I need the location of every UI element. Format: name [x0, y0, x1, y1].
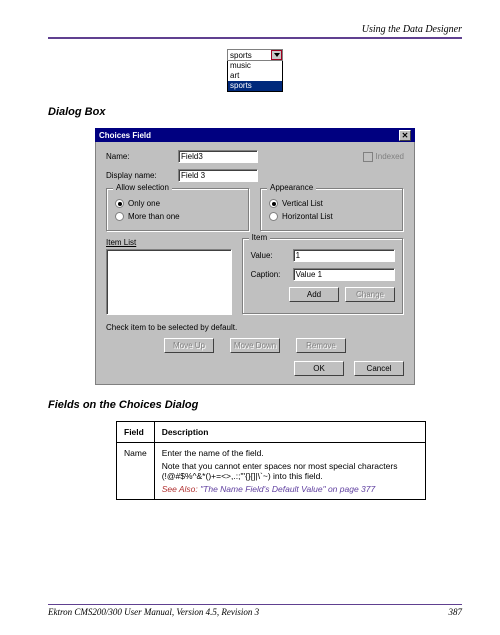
see-also-link[interactable]: "The Name Field's Default Value" on page…	[200, 484, 375, 494]
chevron-down-icon	[274, 53, 280, 57]
name-field[interactable]: Field3	[178, 150, 258, 163]
choices-dialog: Choices Field ✕ Name: Field3 Indexed Dis…	[95, 128, 415, 385]
item-listbox[interactable]	[106, 249, 232, 315]
moveup-button[interactable]: Move Up	[164, 338, 214, 353]
radio-label: More than one	[128, 212, 180, 221]
header-rule	[48, 37, 462, 39]
item-legend: Item	[249, 233, 271, 242]
close-icon[interactable]: ✕	[399, 130, 411, 141]
dialog-title: Choices Field	[99, 131, 151, 140]
caption-field[interactable]: Value 1	[293, 268, 395, 281]
table-header-row: Field Description	[117, 422, 426, 443]
allow-legend: Allow selection	[113, 183, 172, 192]
radio-label: Only one	[128, 199, 160, 208]
display-field[interactable]: Field 3	[178, 169, 258, 182]
appearance-legend: Appearance	[267, 183, 316, 192]
table-row: Name Enter the name of the field. Note t…	[117, 443, 426, 500]
radio-label: Horizontal List	[282, 212, 333, 221]
radio-icon	[115, 212, 124, 221]
radio-vertical[interactable]: Vertical List	[269, 199, 395, 208]
header-section: Using the Data Designer	[48, 24, 462, 35]
dropdown-option[interactable]: music	[228, 61, 282, 71]
radio-only-one[interactable]: Only one	[115, 199, 241, 208]
radio-icon	[269, 212, 278, 221]
desc-line: Enter the name of the field.	[162, 448, 418, 458]
checkbox-icon	[363, 152, 373, 162]
cell-description: Enter the name of the field. Note that y…	[154, 443, 425, 500]
indexed-checkbox[interactable]: Indexed	[363, 152, 404, 162]
dropdown-selected[interactable]: sports	[228, 51, 271, 60]
value-label: Value:	[251, 251, 293, 260]
name-label: Name:	[106, 152, 178, 161]
page-number: 387	[449, 607, 463, 617]
dropdown-option[interactable]: art	[228, 71, 282, 81]
col-field: Field	[117, 422, 155, 443]
col-description: Description	[154, 422, 425, 443]
section-heading-fields: Fields on the Choices Dialog	[48, 399, 462, 411]
value-field[interactable]: 1	[293, 249, 395, 262]
caption-label: Caption:	[251, 270, 293, 279]
indexed-label: Indexed	[376, 152, 404, 161]
remove-button[interactable]: Remove	[296, 338, 346, 353]
cell-field: Name	[117, 443, 155, 500]
page-footer: Ektron CMS200/300 User Manual, Version 4…	[48, 604, 462, 617]
radio-icon	[115, 199, 124, 208]
dropdown-demo: sports music art sports	[227, 49, 283, 92]
section-heading-dialog: Dialog Box	[48, 106, 462, 118]
footer-text: Ektron CMS200/300 User Manual, Version 4…	[48, 607, 259, 617]
radio-label: Vertical List	[282, 199, 323, 208]
appearance-group: Appearance Vertical List Horizontal List	[260, 188, 404, 232]
radio-icon	[269, 199, 278, 208]
dropdown-list[interactable]: music art sports	[227, 61, 283, 92]
default-hint: Check item to be selected by default.	[106, 323, 404, 332]
dialog-titlebar: Choices Field ✕	[95, 128, 415, 142]
see-also-label: See Also:	[162, 484, 198, 494]
add-button[interactable]: Add	[289, 287, 339, 302]
cancel-button[interactable]: Cancel	[354, 361, 404, 376]
fields-table: Field Description Name Enter the name of…	[116, 421, 426, 500]
allow-selection-group: Allow selection Only one More than one	[106, 188, 250, 232]
movedown-button[interactable]: Move Down	[230, 338, 280, 353]
ok-button[interactable]: OK	[294, 361, 344, 376]
change-button[interactable]: Change	[345, 287, 395, 302]
item-group: Item Value: 1 Caption: Value 1 Add Chang…	[242, 238, 404, 315]
desc-line: Note that you cannot enter spaces nor mo…	[162, 461, 418, 481]
display-label: Display name:	[106, 171, 178, 180]
dropdown-option-selected[interactable]: sports	[228, 81, 282, 91]
radio-horizontal[interactable]: Horizontal List	[269, 212, 395, 221]
itemlist-label: Item List	[106, 238, 232, 247]
radio-more-than-one[interactable]: More than one	[115, 212, 241, 221]
dropdown-button[interactable]	[271, 50, 282, 60]
